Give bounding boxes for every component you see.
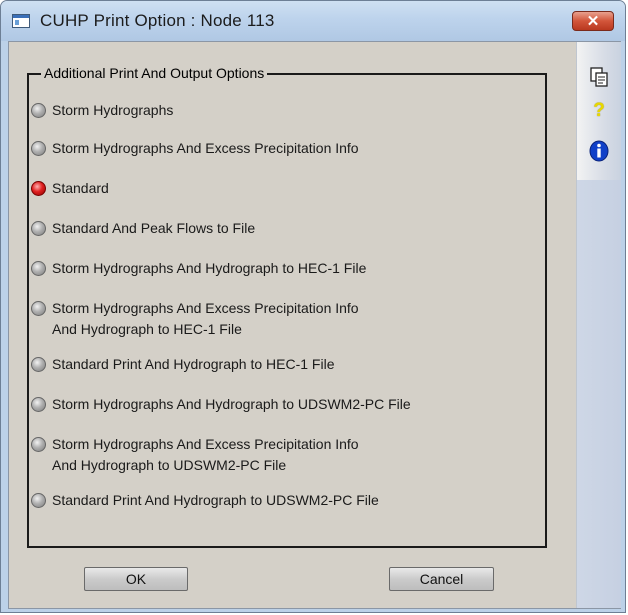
radio-option-label: Standard And Peak Flows to File [52, 218, 255, 239]
radio-option-label-line: Standard [52, 180, 109, 196]
radio-button[interactable] [31, 103, 46, 118]
radio-option[interactable]: Storm Hydrographs And Excess Precipitati… [31, 300, 359, 340]
radio-option-label-line: And Hydrograph to HEC-1 File [52, 321, 242, 337]
group-title: Additional Print And Output Options [41, 65, 268, 81]
radio-button[interactable] [31, 357, 46, 372]
radio-option[interactable]: Storm Hydrographs And Hydrograph to HEC-… [31, 260, 366, 279]
radio-option-label-line: Storm Hydrographs And Excess Precipitati… [52, 300, 359, 316]
side-toolbar: ? [576, 42, 621, 608]
radio-button[interactable] [31, 141, 46, 156]
close-button[interactable]: ✕ [572, 11, 614, 31]
radio-button-selected[interactable] [31, 181, 46, 196]
radio-option[interactable]: Standard [31, 180, 109, 199]
radio-option-label: Standard Print And Hydrograph to HEC-1 F… [52, 354, 334, 375]
copy-icon[interactable] [588, 66, 610, 88]
radio-option-label-line: Storm Hydrographs And Excess Precipitati… [52, 140, 359, 156]
radio-button[interactable] [31, 221, 46, 236]
radio-option-label: Storm Hydrographs And Hydrograph to UDSW… [52, 394, 411, 415]
side-toolbar-lower [577, 180, 621, 608]
dialog-window: CUHP Print Option : Node 113 ✕ Additiona… [0, 0, 626, 613]
window-app-icon [12, 14, 30, 28]
window-title: CUHP Print Option : Node 113 [40, 11, 275, 30]
radio-option[interactable]: Storm Hydrographs And Excess Precipitati… [31, 436, 359, 476]
radio-option-label-line: Storm Hydrographs And Excess Precipitati… [52, 436, 359, 452]
radio-option-label-line: Storm Hydrographs [52, 102, 174, 118]
radio-option-label-line: And Hydrograph to UDSWM2-PC File [52, 457, 287, 473]
radio-button[interactable] [31, 261, 46, 276]
radio-option-label: Storm Hydrographs [52, 100, 173, 121]
cancel-button[interactable]: Cancel [389, 567, 494, 591]
ok-button[interactable]: OK [84, 567, 188, 591]
radio-button[interactable] [31, 437, 46, 452]
info-icon[interactable] [588, 140, 610, 162]
radio-option-label-line: Standard Print And Hydrograph to HEC-1 F… [52, 356, 335, 372]
radio-option-label-line: Standard And Peak Flows to File [52, 220, 256, 236]
help-icon[interactable]: ? [588, 100, 610, 122]
radio-option[interactable]: Storm Hydrographs And Hydrograph to UDSW… [31, 396, 411, 415]
radio-option-label: Storm Hydrographs And Hydrograph to HEC-… [52, 258, 366, 279]
radio-option-label: Storm Hydrographs And Excess Precipitati… [52, 298, 359, 340]
radio-option[interactable]: Standard Print And Hydrograph to HEC-1 F… [31, 356, 334, 375]
title-bar[interactable]: CUHP Print Option : Node 113 ✕ [1, 1, 625, 41]
radio-button[interactable] [31, 301, 46, 316]
radio-option[interactable]: Storm Hydrographs And Excess Precipitati… [31, 140, 359, 159]
radio-option[interactable]: Standard Print And Hydrograph to UDSWM2-… [31, 492, 379, 511]
dialog-client-area: Additional Print And Output Options Stor… [8, 41, 621, 609]
radio-option-label: Storm Hydrographs And Excess Precipitati… [52, 434, 359, 476]
radio-option[interactable]: Storm Hydrographs [31, 102, 173, 121]
radio-button[interactable] [31, 397, 46, 412]
radio-option-label: Storm Hydrographs And Excess Precipitati… [52, 138, 359, 159]
radio-option-label: Standard Print And Hydrograph to UDSWM2-… [52, 490, 379, 511]
radio-option-label-line: Storm Hydrographs And Hydrograph to UDSW… [52, 396, 411, 412]
radio-option-label-line: Storm Hydrographs And Hydrograph to HEC-… [52, 260, 367, 276]
radio-option-label: Standard [52, 178, 109, 199]
radio-button[interactable] [31, 493, 46, 508]
radio-option-label-line: Standard Print And Hydrograph to UDSWM2-… [52, 492, 379, 508]
radio-option[interactable]: Standard And Peak Flows to File [31, 220, 255, 239]
